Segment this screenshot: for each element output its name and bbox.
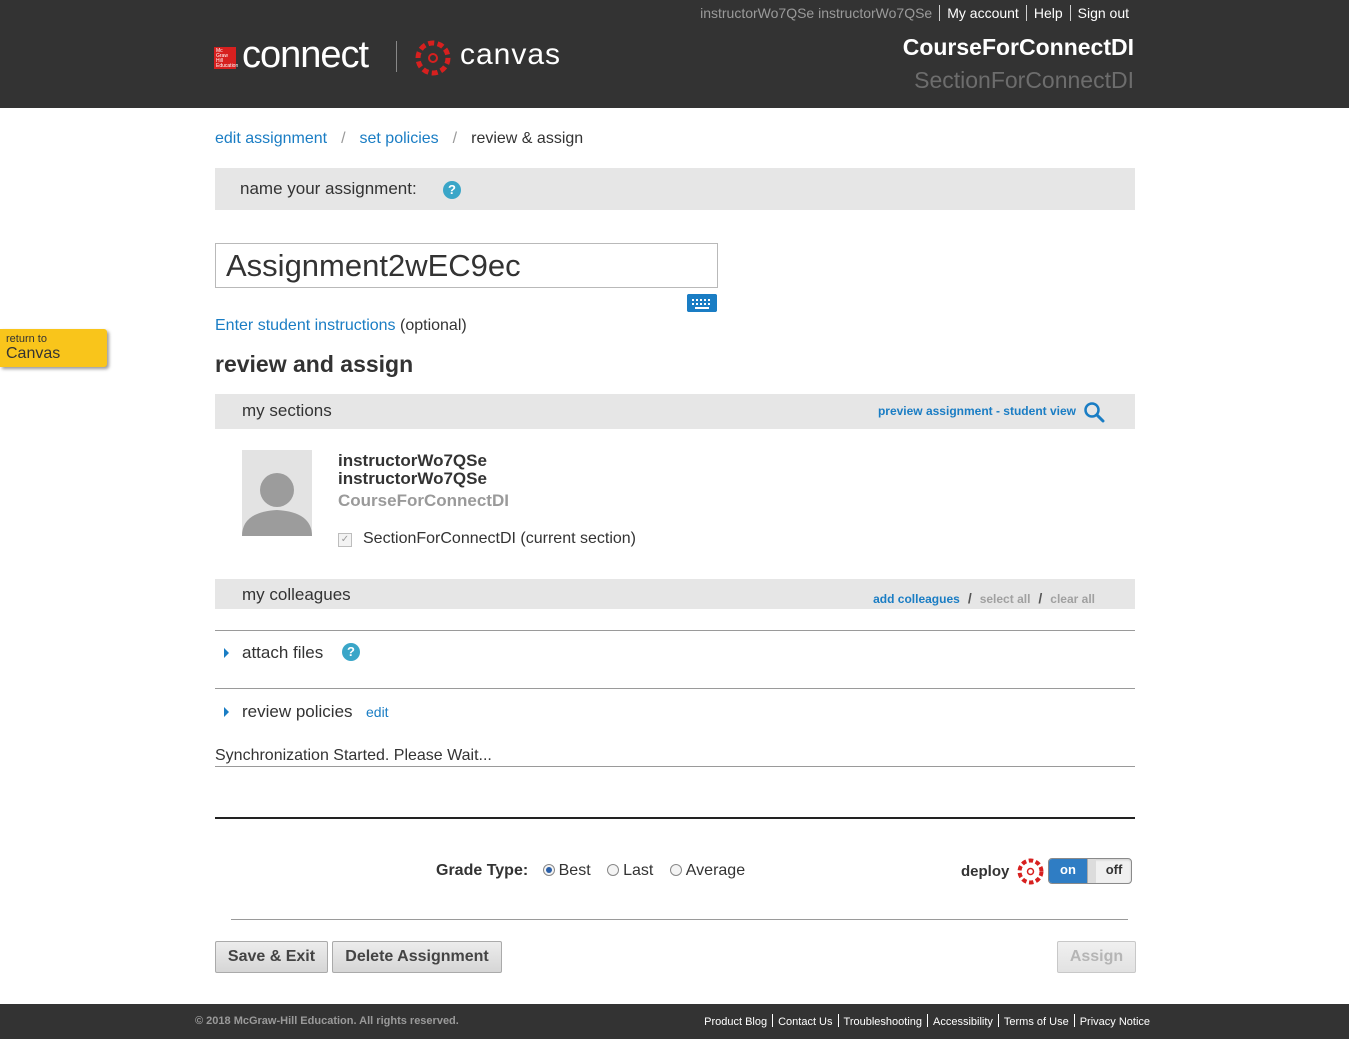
my-sections-bar: my sections preview assignment - student…	[215, 394, 1135, 429]
grade-type-group: Grade Type: Best Last Average	[436, 862, 755, 880]
user-name: instructorWo7QSe instructorWo7QSe	[700, 5, 933, 21]
top-user-bar: instructorWo7QSe instructorWo7QSe My acco…	[700, 5, 1129, 21]
add-colleagues-link[interactable]: add colleagues	[873, 592, 960, 606]
canvas-label: Canvas	[6, 345, 61, 362]
sign-out-link[interactable]: Sign out	[1078, 5, 1129, 21]
breadcrumb-edit-assignment[interactable]: edit assignment	[215, 130, 327, 147]
select-all-link[interactable]: select all	[980, 592, 1031, 606]
sync-status-message: Synchronization Started. Please Wait...	[215, 747, 492, 764]
search-icon[interactable]	[1083, 401, 1105, 423]
logo-divider	[396, 41, 397, 72]
mh-logo-text: Mc Graw Hill Education	[216, 48, 239, 69]
divider	[215, 766, 1135, 767]
footer-link-terms-of-use[interactable]: Terms of Use	[1004, 1016, 1069, 1028]
keyboard-icon[interactable]	[687, 294, 717, 312]
canvas-icon	[1017, 858, 1044, 885]
divider	[939, 5, 941, 21]
edit-policies-link[interactable]: edit	[366, 704, 389, 720]
copyright: © 2018 McGraw-Hill Education. All rights…	[195, 1015, 459, 1027]
breadcrumb: edit assignment / set policies / review & as…	[215, 130, 583, 148]
mcgraw-hill-logo: Mc Graw Hill Education	[214, 47, 239, 69]
return-to-label: return to	[6, 333, 47, 345]
canvas-logo-icon	[415, 40, 451, 76]
review-and-assign-heading: review and assign	[215, 351, 414, 377]
footer-link-privacy-notice[interactable]: Privacy Notice	[1080, 1016, 1150, 1028]
assign-button[interactable]: Assign	[1057, 941, 1136, 973]
toggle-off-label: off	[1105, 862, 1123, 877]
course-title: CourseForConnectDI	[902, 34, 1134, 60]
grade-best-radio[interactable]	[542, 864, 555, 876]
divider	[1025, 5, 1027, 21]
section-checkbox[interactable]: ✓	[338, 533, 352, 547]
divider	[997, 1014, 999, 1027]
divider	[215, 630, 1135, 631]
divider	[1073, 1014, 1075, 1027]
deploy-toggle[interactable]: on off	[1048, 858, 1132, 884]
footer-link-contact-us[interactable]: Contact Us	[778, 1016, 832, 1028]
divider	[215, 688, 1135, 689]
section-title: SectionForConnectDI	[914, 67, 1134, 93]
student-instructions-link[interactable]: Enter student instructions	[215, 317, 396, 334]
grade-average-label: Average	[685, 862, 746, 879]
action-separator: /	[1038, 590, 1043, 606]
divider	[772, 1014, 774, 1027]
connect-logo: connect	[242, 34, 369, 76]
divider	[215, 817, 1135, 819]
grade-type-label: Grade Type:	[436, 862, 529, 879]
breadcrumb-current: review & assign	[471, 130, 584, 147]
help-icon[interactable]: ?	[342, 643, 360, 661]
footer-link-product-blog[interactable]: Product Blog	[704, 1016, 767, 1028]
grade-last-label: Last	[623, 862, 654, 879]
instructor-first-name: instructorWo7QSe	[338, 451, 487, 470]
my-account-link[interactable]: My account	[947, 5, 1019, 21]
divider	[927, 1014, 928, 1027]
my-sections-label: my sections	[242, 401, 332, 420]
grade-best-label: Best	[558, 862, 591, 879]
review-policies-toggle[interactable]: review policies	[242, 702, 353, 722]
canvas-logo-text: canvas	[460, 38, 562, 71]
return-to-canvas-button[interactable]: return to Canvas	[0, 329, 107, 367]
my-colleagues-bar: my colleagues add colleagues / select all /…	[215, 579, 1135, 609]
grade-average-radio[interactable]	[669, 864, 682, 876]
deploy-label: deploy	[961, 863, 1010, 880]
footer: © 2018 McGraw-Hill Education. All rights…	[0, 1004, 1349, 1039]
my-colleagues-label: my colleagues	[242, 585, 351, 604]
expand-arrow-icon[interactable]	[224, 707, 229, 717]
help-link[interactable]: Help	[1034, 5, 1063, 21]
header-bar: instructorWo7QSe instructorWo7QSe My acco…	[0, 0, 1349, 108]
toggle-knob	[1087, 859, 1096, 883]
instructor-last-name: instructorWo7QSe	[338, 469, 487, 488]
avatar	[242, 450, 312, 536]
attach-files-toggle[interactable]: attach files	[242, 643, 323, 663]
name-assignment-bar: name your assignment: ?	[215, 168, 1135, 210]
footer-link-accessibility[interactable]: Accessibility	[933, 1016, 993, 1028]
section-label: SectionForConnectDI (current section)	[363, 530, 636, 547]
name-assignment-label: name your assignment:	[240, 179, 417, 198]
instructor-course: CourseForConnectDI	[338, 491, 509, 510]
footer-links: Product Blog Contact Us Troubleshooting Acc…	[704, 1014, 1150, 1028]
delete-assignment-button[interactable]: Delete Assignment	[332, 941, 502, 973]
divider	[837, 1014, 839, 1027]
breadcrumb-separator: /	[341, 130, 346, 147]
student-instructions: Enter student instructions (optional)	[215, 317, 467, 335]
preview-assignment-link[interactable]: preview assignment - student view	[878, 404, 1076, 418]
breadcrumb-separator: /	[452, 130, 458, 147]
save-exit-button[interactable]: Save & Exit	[215, 941, 328, 973]
divider	[1069, 5, 1071, 21]
optional-label: (optional)	[400, 317, 467, 334]
action-separator: /	[967, 590, 972, 606]
breadcrumb-set-policies[interactable]: set policies	[360, 130, 439, 147]
footer-link-troubleshooting[interactable]: Troubleshooting	[844, 1016, 922, 1028]
toggle-on-label: on	[1049, 859, 1087, 883]
assignment-name-input[interactable]	[215, 243, 718, 288]
colleague-actions: add colleagues / select all / clear all	[873, 590, 1095, 606]
clear-all-link[interactable]: clear all	[1050, 592, 1095, 606]
divider	[231, 919, 1128, 920]
expand-arrow-icon[interactable]	[224, 648, 229, 658]
grade-last-radio[interactable]	[607, 864, 620, 876]
help-icon[interactable]: ?	[443, 181, 461, 199]
